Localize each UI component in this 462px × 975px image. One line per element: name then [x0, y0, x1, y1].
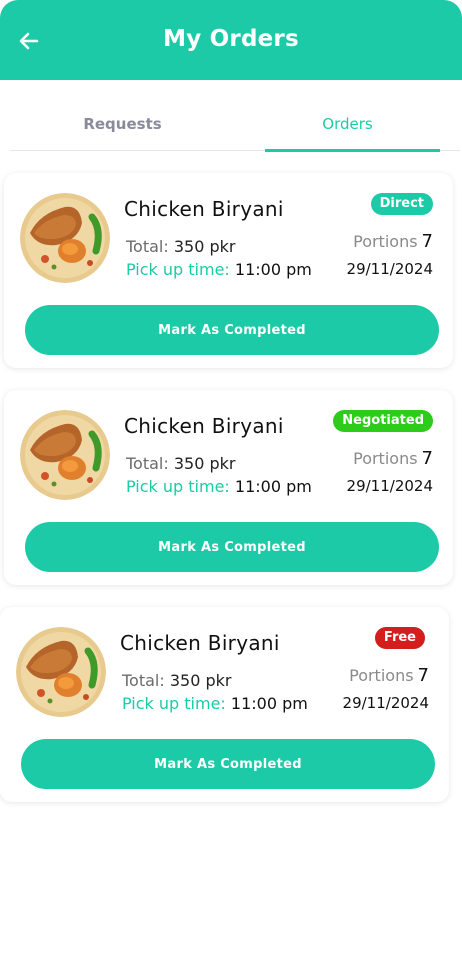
total-value: 350 pkr — [169, 671, 232, 690]
mark-completed-button[interactable]: Mark As Completed — [21, 739, 435, 789]
order-type-badge: Direct — [370, 193, 433, 215]
order-date: 29/11/2024 — [342, 694, 429, 712]
portions-label: Portions — [353, 232, 418, 251]
order-card: Chicken Biryani Free Total: 350 pkr Pick… — [0, 607, 449, 802]
total-line: Total: 350 pkr — [122, 671, 231, 690]
portions-value: 7 — [417, 665, 429, 686]
item-name: Chicken Biryani — [124, 414, 284, 438]
total-label: Total: — [126, 454, 169, 473]
portions: Portions 7 — [353, 231, 433, 252]
portions-label: Portions — [353, 449, 418, 468]
order-card: Chicken Biryani Negotiated Total: 350 pk… — [4, 390, 453, 585]
tab-bar: Requests Orders — [10, 100, 460, 152]
food-image — [20, 410, 110, 500]
pickup-line: Pick up time: 11:00 pm — [122, 694, 308, 713]
portions: Portions 7 — [353, 448, 433, 469]
pickup-label: Pick up time: — [126, 477, 230, 496]
item-name: Chicken Biryani — [120, 631, 280, 655]
active-tab-indicator — [265, 149, 440, 152]
total-line: Total: 350 pkr — [126, 237, 235, 256]
item-name: Chicken Biryani — [124, 197, 284, 221]
food-image — [16, 627, 106, 717]
tab-orders[interactable]: Orders — [235, 100, 460, 152]
order-card: Chicken Biryani Direct Total: 350 pkr Pi… — [4, 173, 453, 368]
total-label: Total: — [122, 671, 165, 690]
app-header: My Orders — [0, 0, 462, 80]
order-type-badge: Negotiated — [333, 410, 433, 432]
order-date: 29/11/2024 — [346, 260, 433, 278]
order-date: 29/11/2024 — [346, 477, 433, 495]
pickup-value: 11:00 pm — [234, 260, 312, 279]
food-image — [20, 193, 110, 283]
portions: Portions 7 — [349, 665, 429, 686]
tab-requests[interactable]: Requests — [10, 100, 235, 152]
pickup-value: 11:00 pm — [234, 477, 312, 496]
portions-label: Portions — [349, 666, 414, 685]
pickup-label: Pick up time: — [126, 260, 230, 279]
pickup-line: Pick up time: 11:00 pm — [126, 260, 312, 279]
portions-value: 7 — [421, 231, 433, 252]
portions-value: 7 — [421, 448, 433, 469]
mark-completed-button[interactable]: Mark As Completed — [25, 305, 439, 355]
order-type-badge: Free — [374, 627, 425, 649]
pickup-line: Pick up time: 11:00 pm — [126, 477, 312, 496]
page-title: My Orders — [163, 26, 299, 52]
total-line: Total: 350 pkr — [126, 454, 235, 473]
pickup-value: 11:00 pm — [230, 694, 308, 713]
mark-completed-button[interactable]: Mark As Completed — [25, 522, 439, 572]
total-label: Total: — [126, 237, 169, 256]
total-value: 350 pkr — [173, 454, 236, 473]
pickup-label: Pick up time: — [122, 694, 226, 713]
total-value: 350 pkr — [173, 237, 236, 256]
